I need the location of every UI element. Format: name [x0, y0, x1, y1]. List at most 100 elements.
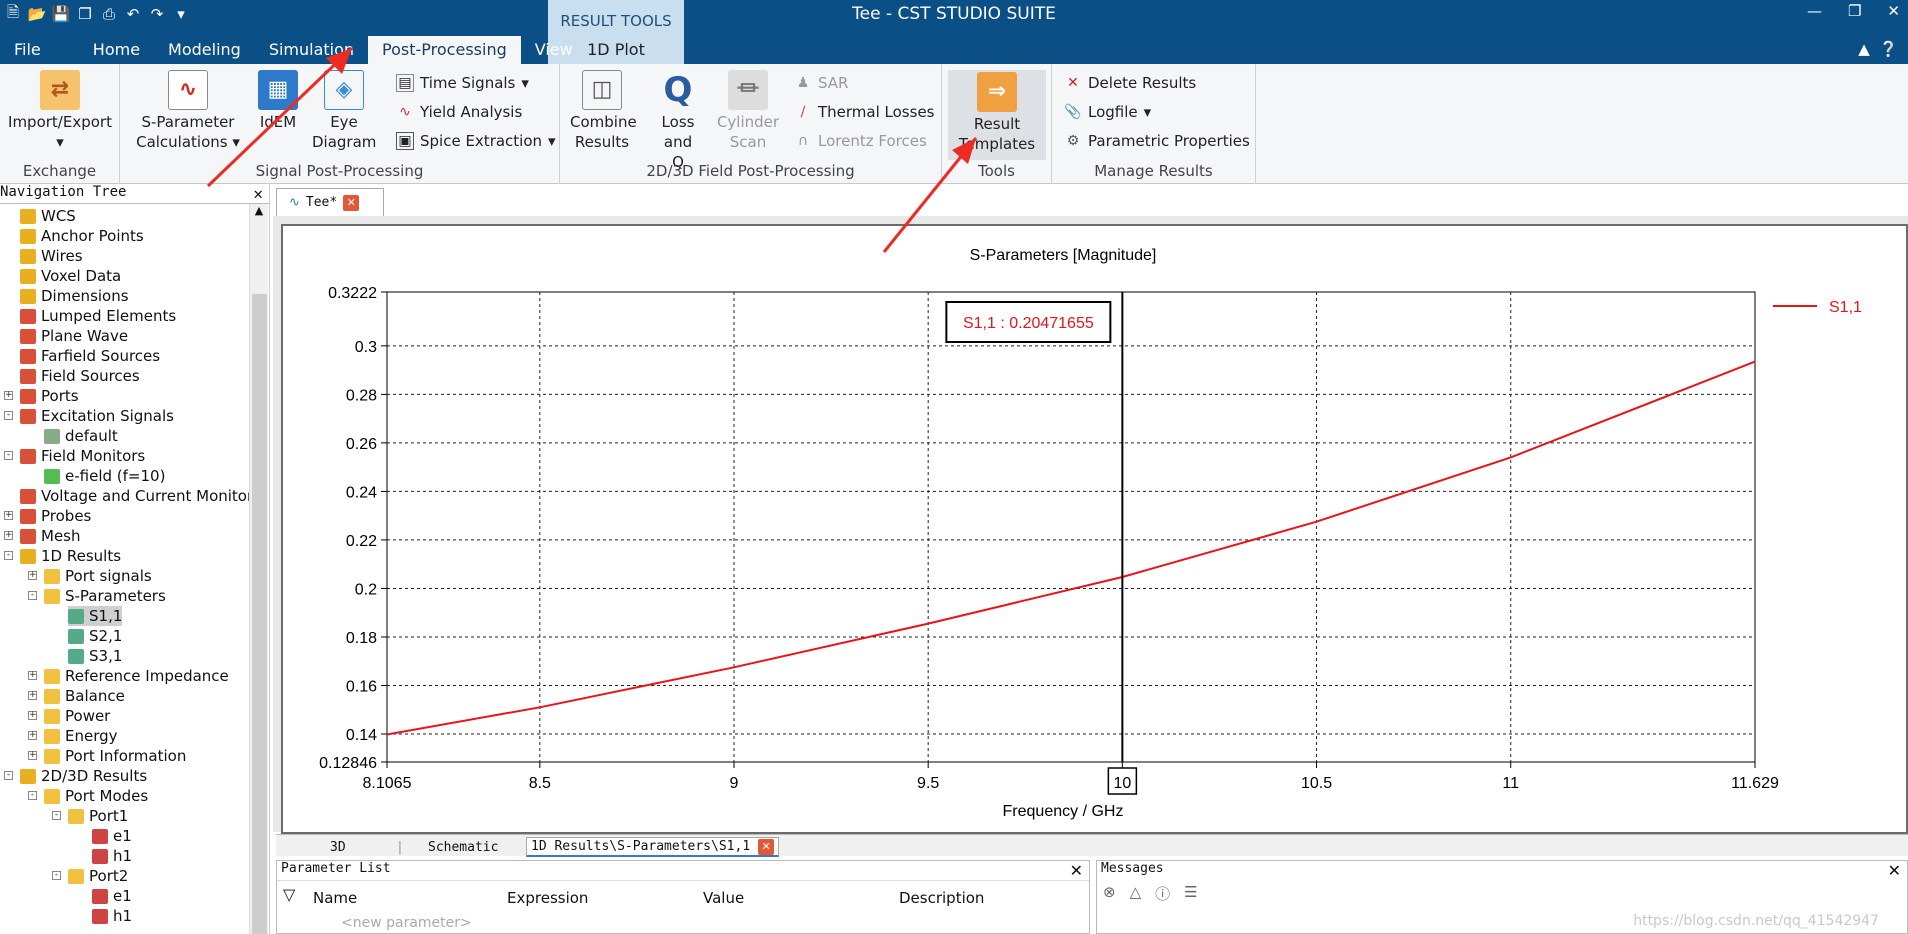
lorentz-forces-button[interactable]: ∩ Lorentz Forces: [794, 130, 927, 152]
tab-3d[interactable]: 3D: [330, 837, 346, 857]
tree-expander-icon[interactable]: +: [28, 751, 37, 760]
tree-item-port-signals[interactable]: Port signals: [44, 566, 152, 586]
tree-item-field-monitors[interactable]: Field Monitors: [20, 446, 145, 466]
yield-analysis-button[interactable]: ∿ Yield Analysis: [396, 101, 522, 123]
tree-expander-icon[interactable]: -: [4, 411, 13, 420]
tab-schematic[interactable]: Schematic: [428, 837, 498, 857]
tree-item-s21[interactable]: S2,1: [68, 626, 122, 646]
clear-messages-icon[interactable]: ☰: [1184, 883, 1197, 904]
tree-item-dimensions[interactable]: Dimensions: [20, 286, 129, 306]
tree-expander-icon[interactable]: -: [4, 551, 13, 560]
help-icon[interactable]: ▲ ❔: [1858, 40, 1898, 58]
loss-and-q-button[interactable]: Q Loss and Q: [646, 70, 710, 172]
tree-expander-icon[interactable]: -: [4, 771, 13, 780]
new-parameter-row[interactable]: <new parameter>: [341, 915, 472, 931]
tree-item-lumped-elements[interactable]: Lumped Elements: [20, 306, 176, 326]
tree-item-port2-e1[interactable]: e1: [92, 886, 132, 906]
tab-file[interactable]: File: [0, 38, 55, 64]
tree-item-energy[interactable]: Energy: [44, 726, 118, 746]
close-doc-icon[interactable]: ✕: [343, 194, 360, 211]
tree-item-field-sources[interactable]: Field Sources: [20, 366, 140, 386]
tab-post-processing[interactable]: Post-Processing: [368, 36, 521, 64]
tree-item-s-parameters[interactable]: S-Parameters: [44, 586, 166, 606]
tree-item-power[interactable]: Power: [44, 706, 110, 726]
tree-expander-icon[interactable]: +: [4, 391, 13, 400]
tree-item-port2[interactable]: Port2: [68, 866, 128, 886]
tree-expander-icon[interactable]: -: [28, 791, 37, 800]
spice-extraction-button[interactable]: ▣ Spice Extraction ▾: [396, 130, 556, 152]
tree-item-port1[interactable]: Port1: [68, 806, 128, 826]
tree-item-2d3d-results[interactable]: 2D/3D Results: [20, 766, 147, 786]
info-filter-icon[interactable]: ⓘ: [1155, 883, 1170, 904]
tree-item-port1-e1[interactable]: e1: [92, 826, 132, 846]
tree-item-e-field[interactable]: e-field (f=10): [44, 466, 165, 486]
tree-item-s11[interactable]: S1,1: [68, 606, 123, 626]
col-expression[interactable]: Expression: [507, 889, 588, 907]
sar-button[interactable]: ♟ SAR: [794, 72, 849, 94]
col-description[interactable]: Description: [899, 889, 984, 907]
tree-item-port2-h1[interactable]: h1: [92, 906, 132, 926]
tree-expander-icon[interactable]: +: [4, 511, 13, 520]
logfile-button[interactable]: 📎 Logfile ▾: [1064, 101, 1151, 123]
tab-document[interactable]: ∿ Tee* ✕: [276, 188, 384, 216]
tree-item-balance[interactable]: Balance: [44, 686, 125, 706]
tree-item-voxel-data[interactable]: Voxel Data: [20, 266, 121, 286]
thermal-losses-button[interactable]: ∕ Thermal Losses: [794, 101, 935, 123]
close-nav-icon[interactable]: ✕: [253, 184, 263, 203]
close-window-icon[interactable]: ✕: [1887, 2, 1900, 20]
tree-item-mesh[interactable]: Mesh: [20, 526, 81, 546]
close-messages-icon[interactable]: ✕: [1888, 861, 1901, 880]
s-parameter-plot[interactable]: S-Parameters [Magnitude] Frequency / GHz…: [283, 226, 1906, 832]
tree-item-plane-wave[interactable]: Plane Wave: [20, 326, 128, 346]
tab-modeling[interactable]: Modeling: [154, 38, 255, 64]
col-value[interactable]: Value: [703, 889, 744, 907]
close-param-list-icon[interactable]: ✕: [1070, 861, 1083, 880]
tree-item-anchor-points[interactable]: Anchor Points: [20, 226, 144, 246]
close-results-tab-icon[interactable]: ✕: [758, 838, 775, 855]
tree-item-excitation-signals[interactable]: Excitation Signals: [20, 406, 174, 426]
tab-simulation[interactable]: Simulation: [255, 38, 368, 64]
tree-item-wires[interactable]: Wires: [20, 246, 83, 266]
parametric-properties-button[interactable]: ⚙ Parametric Properties: [1064, 130, 1250, 152]
tab-1d-results[interactable]: 1D Results\S-Parameters\S1,1 ✕: [526, 837, 780, 857]
minimize-icon[interactable]: —: [1807, 2, 1822, 20]
tree-expander-icon[interactable]: +: [4, 531, 13, 540]
tree-expander-icon[interactable]: +: [28, 711, 37, 720]
result-templates-button[interactable]: ⇒ Result Templates: [948, 70, 1046, 160]
tree-expander-icon[interactable]: +: [28, 691, 37, 700]
s-parameter-calculations-button[interactable]: ∿ S-Parameter Calculations ▾: [136, 70, 240, 152]
nav-scrollbar[interactable]: ▲: [249, 204, 268, 934]
time-signals-button[interactable]: ▤ Time Signals ▾: [396, 72, 529, 94]
tab-view[interactable]: View: [521, 38, 587, 64]
tree-expander-icon[interactable]: -: [28, 591, 37, 600]
tab-home[interactable]: Home: [55, 38, 154, 64]
import-export-button[interactable]: ⇄ Import/Export ▾: [8, 70, 112, 152]
col-name[interactable]: Name: [313, 889, 357, 907]
tree-item-probes[interactable]: Probes: [20, 506, 91, 526]
tree-expander-icon[interactable]: +: [28, 671, 37, 680]
restore-icon[interactable]: ❐: [1848, 2, 1861, 20]
idem-button[interactable]: ▦ IdEM: [250, 70, 306, 132]
filter-icon[interactable]: ▽: [283, 885, 295, 904]
eye-diagram-button[interactable]: ◈ Eye Diagram: [312, 70, 376, 152]
scroll-thumb[interactable]: [252, 294, 267, 934]
tree-expander-icon[interactable]: +: [28, 571, 37, 580]
tree-item-s31[interactable]: S3,1: [68, 646, 122, 666]
tree-item-port-information[interactable]: Port Information: [44, 746, 186, 766]
combine-results-button[interactable]: ◫ Combine Results: [570, 70, 637, 152]
tree-item-wcs[interactable]: WCS: [20, 206, 76, 226]
tree-item-voltage-current-monitors[interactable]: Voltage and Current Monitors: [20, 486, 261, 506]
tree-item-port-modes[interactable]: Port Modes: [44, 786, 148, 806]
tree-item-farfield-sources[interactable]: Farfield Sources: [20, 346, 160, 366]
tree-item-port1-h1[interactable]: h1: [92, 846, 132, 866]
tree-item-default[interactable]: default: [44, 426, 118, 446]
tree-item-ports[interactable]: Ports: [20, 386, 79, 406]
delete-results-button[interactable]: ✕ Delete Results: [1064, 72, 1196, 94]
tree-expander-icon[interactable]: -: [52, 811, 61, 820]
tree-item-reference-impedance[interactable]: Reference Impedance: [44, 666, 229, 686]
cylinder-scan-button[interactable]: ⏛ Cylinder Scan: [716, 70, 780, 152]
tree-item-1d-results[interactable]: 1D Results: [20, 546, 121, 566]
tree-expander-icon[interactable]: +: [28, 731, 37, 740]
warning-filter-icon[interactable]: △: [1130, 883, 1142, 904]
scroll-up-icon[interactable]: ▲: [250, 204, 268, 217]
